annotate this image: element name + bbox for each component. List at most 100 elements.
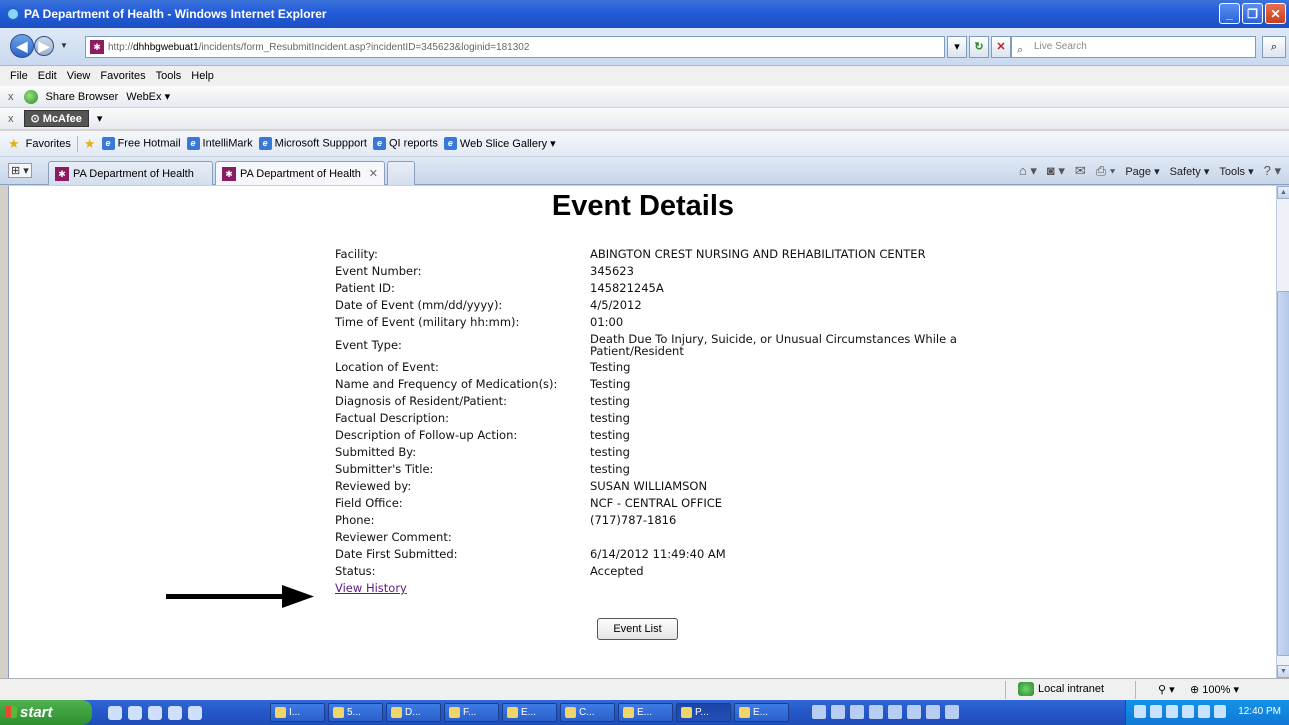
fav-link-label: QI reports bbox=[388, 137, 438, 150]
quicklaunch-icon[interactable] bbox=[168, 706, 182, 720]
home-icon[interactable]: ⌂ ▾ bbox=[1019, 163, 1037, 179]
field-value: testing bbox=[590, 411, 630, 425]
field-row: Reviewer Comment: bbox=[335, 529, 985, 546]
app-icon[interactable] bbox=[850, 705, 864, 719]
scroll-down-button[interactable]: ▼ bbox=[1277, 665, 1289, 678]
tray-icon[interactable] bbox=[1150, 705, 1162, 718]
view-history-link[interactable]: View History bbox=[335, 580, 407, 597]
taskbar-button[interactable]: E... bbox=[618, 703, 673, 722]
site-favicon: ✱ bbox=[222, 166, 236, 181]
forward-button[interactable]: ▶ bbox=[34, 36, 54, 56]
app-icon[interactable] bbox=[945, 705, 959, 719]
field-row: Date of Event (mm/dd/yyyy): 4/5/2012 bbox=[335, 297, 985, 314]
address-bar[interactable]: ✱ http://dhhbgwebuat1/incidents/form_Res… bbox=[85, 36, 945, 58]
menu-favorites[interactable]: Favorites bbox=[100, 70, 145, 82]
new-tab-button[interactable] bbox=[387, 161, 415, 185]
mcafee-dropdown[interactable]: ▾ bbox=[97, 112, 103, 125]
minimize-button[interactable]: _ bbox=[1219, 3, 1240, 24]
menu-edit[interactable]: Edit bbox=[38, 70, 57, 82]
clock[interactable]: 12:40 PM bbox=[1238, 706, 1281, 717]
menu-tools[interactable]: Tools bbox=[156, 70, 182, 82]
feeds-icon[interactable]: ◙ ▾ bbox=[1047, 163, 1065, 179]
tray-icon[interactable] bbox=[1198, 705, 1210, 718]
event-list-button[interactable]: Event List bbox=[597, 618, 678, 640]
help-icon[interactable]: ? ▾ bbox=[1264, 163, 1281, 179]
tray-icon[interactable] bbox=[1134, 705, 1146, 718]
zoom-level: 100% bbox=[1202, 684, 1231, 696]
app-icon[interactable] bbox=[869, 705, 883, 719]
tab-pa-health-2[interactable]: ✱ PA Department of Health ✕ bbox=[215, 161, 385, 185]
field-value: testing bbox=[590, 445, 630, 459]
mcafee-button[interactable]: ⊙ McAfee bbox=[23, 110, 89, 127]
favorites-button[interactable]: Favorites bbox=[26, 138, 71, 150]
taskbar-button[interactable]: I... bbox=[270, 703, 325, 722]
close-window-button[interactable]: ✕ bbox=[1265, 3, 1286, 24]
taskbar-button[interactable]: E... bbox=[734, 703, 789, 722]
favorites-bar: ★ Favorites ★ e Free Hotmail e IntelliMark… bbox=[0, 131, 1289, 157]
close-tab-icon[interactable]: ✕ bbox=[369, 167, 378, 180]
scroll-up-button[interactable]: ▲ bbox=[1277, 186, 1289, 199]
quicklaunch-icon[interactable] bbox=[188, 706, 202, 720]
tab-pa-health-1[interactable]: ✱ PA Department of Health bbox=[48, 161, 213, 185]
page-menu[interactable]: Page ▾ bbox=[1125, 165, 1159, 178]
mail-icon[interactable]: ✉ bbox=[1075, 163, 1086, 179]
field-value: testing bbox=[590, 428, 630, 442]
menu-file[interactable]: File bbox=[10, 70, 28, 82]
taskbar-button[interactable]: E... bbox=[502, 703, 557, 722]
fav-link-microsoft[interactable]: e Microsoft Suppport bbox=[258, 137, 367, 150]
quicklaunch-icon[interactable] bbox=[128, 706, 142, 720]
field-value: Testing bbox=[590, 360, 631, 374]
quicklaunch-icon[interactable] bbox=[108, 706, 122, 720]
app-icon[interactable] bbox=[926, 705, 940, 719]
refresh-button[interactable]: ↻ bbox=[969, 36, 989, 58]
app-icon[interactable] bbox=[888, 705, 902, 719]
vertical-scrollbar[interactable]: ▲ ▼ bbox=[1276, 186, 1289, 678]
address-dropdown-button[interactable]: ▾ bbox=[947, 36, 967, 58]
start-button[interactable]: start bbox=[0, 700, 92, 725]
field-row: Event Type: Death Due To Injury, Suicide,… bbox=[335, 331, 985, 359]
search-input[interactable]: ⌕ Live Search bbox=[1011, 36, 1256, 58]
safety-menu[interactable]: Safety ▾ bbox=[1170, 165, 1210, 178]
app-icon[interactable] bbox=[907, 705, 921, 719]
taskbar-button[interactable]: 5... bbox=[328, 703, 383, 722]
taskbar-button[interactable]: F... bbox=[444, 703, 499, 722]
scroll-thumb[interactable] bbox=[1277, 291, 1289, 656]
share-browser-button[interactable]: Share Browser bbox=[46, 91, 119, 103]
field-label: Time of Event (military hh:mm): bbox=[335, 315, 520, 329]
quicklaunch-icon[interactable] bbox=[148, 706, 162, 720]
fav-link-hotmail[interactable]: e Free Hotmail bbox=[101, 137, 181, 150]
close-toolbar-icon[interactable]: x bbox=[8, 113, 14, 125]
fav-link-intellimark[interactable]: e IntelliMark bbox=[186, 137, 253, 150]
field-row: Reviewed by: SUSAN WILLIAMSON bbox=[335, 478, 985, 495]
recent-pages-dropdown[interactable]: ▼ bbox=[60, 41, 68, 50]
quick-tabs-button[interactable]: ⊞ ▾ bbox=[8, 163, 32, 178]
print-icon[interactable]: ⎙ ▾ bbox=[1096, 163, 1115, 179]
fav-link-web-slice[interactable]: e Web Slice Gallery ▾ bbox=[443, 137, 556, 151]
taskbar-button[interactable]: C... bbox=[560, 703, 615, 722]
taskbar-button[interactable]: D... bbox=[386, 703, 441, 722]
close-toolbar-icon[interactable]: x bbox=[8, 91, 14, 103]
stop-button[interactable]: ✕ bbox=[991, 36, 1011, 58]
taskbar-button-active[interactable]: P... bbox=[676, 703, 731, 722]
back-button[interactable]: ◀ bbox=[10, 34, 34, 58]
field-row: Factual Description: testing bbox=[335, 410, 985, 427]
fav-link-qi-reports[interactable]: e QI reports bbox=[372, 137, 438, 150]
field-value: testing bbox=[590, 462, 630, 476]
menu-help[interactable]: Help bbox=[191, 70, 214, 82]
app-icon[interactable] bbox=[831, 705, 845, 719]
protected-mode-icon[interactable]: ⚲ ▾ bbox=[1158, 683, 1175, 696]
zoom-control[interactable]: ⊕ 100% ▾ bbox=[1190, 683, 1239, 696]
tools-menu[interactable]: Tools ▾ bbox=[1219, 165, 1253, 178]
tray-icon[interactable] bbox=[1182, 705, 1194, 718]
menu-view[interactable]: View bbox=[67, 70, 91, 82]
site-favicon: ✱ bbox=[90, 40, 104, 54]
app-icon[interactable] bbox=[812, 705, 826, 719]
webex-menu[interactable]: WebEx ▾ bbox=[126, 90, 170, 103]
maximize-button[interactable]: ❐ bbox=[1242, 3, 1263, 24]
add-favorite-icon[interactable]: ★ bbox=[84, 136, 96, 152]
tray-icon[interactable] bbox=[1214, 705, 1226, 718]
security-zone[interactable]: Local intranet bbox=[1018, 682, 1104, 696]
tray-icon[interactable] bbox=[1166, 705, 1178, 718]
mcafee-label: McAfee bbox=[42, 113, 82, 125]
search-go-button[interactable]: ⌕ bbox=[1262, 36, 1286, 58]
